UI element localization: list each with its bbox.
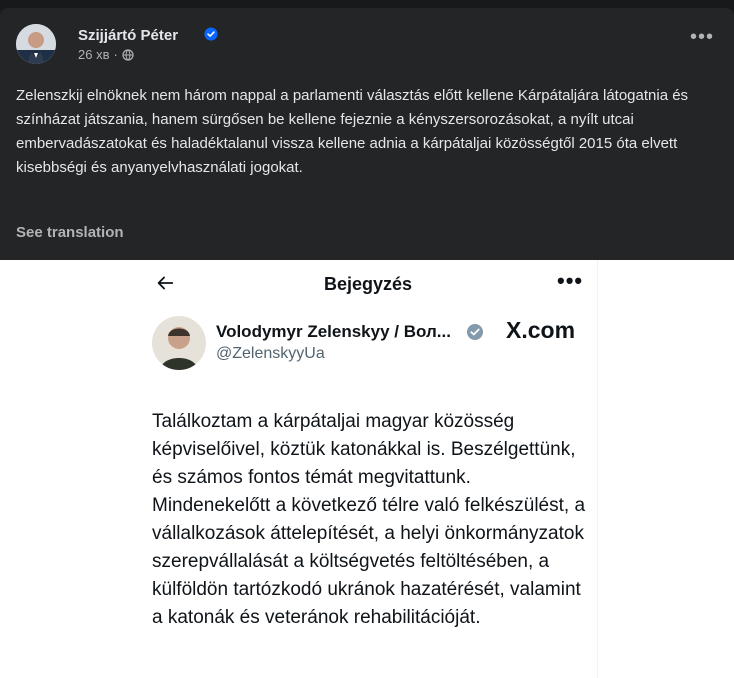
embed-post-body: Találkoztam a kárpátaljai magyar közössé…: [152, 411, 586, 628]
verified-badge-icon: [204, 27, 218, 41]
embed-more-icon: •••: [557, 268, 584, 293]
author-avatar[interactable]: [16, 24, 56, 64]
post-header: Szijjártó Péter 26 хв · •••: [16, 24, 718, 68]
facebook-post: Szijjártó Péter 26 хв · ••• Zelenszkij e…: [0, 8, 734, 678]
embed-author-handle: @ZelenskyyUa: [216, 345, 325, 362]
embed-divider: [597, 260, 598, 678]
author-name[interactable]: Szijjártó Péter: [78, 27, 178, 44]
embed-author-avatar: [152, 316, 206, 370]
post-meta: 26 хв ·: [78, 47, 134, 62]
post-body-text: Zelenszkij elnöknek nem három nappal a p…: [16, 87, 689, 176]
see-translation-link[interactable]: See translation: [16, 224, 124, 241]
grey-verified-badge-icon: [467, 324, 483, 340]
meta-separator: ·: [113, 47, 118, 62]
back-arrow-icon: [157, 276, 174, 290]
embed-author-name: Volodymyr Zelenskyy / Вол...: [216, 322, 451, 341]
more-horizontal-icon[interactable]: •••: [690, 27, 714, 47]
embed-title: Bejegyzés: [324, 274, 413, 294]
post-timestamp[interactable]: 26 хв: [78, 47, 109, 62]
globe-icon[interactable]: [122, 48, 134, 61]
embedded-x-post-screenshot[interactable]: Bejegyzés ••• Volodymyr Zelenskyy / Вол.…: [0, 260, 734, 678]
x-com-logo: X.com: [506, 317, 576, 343]
